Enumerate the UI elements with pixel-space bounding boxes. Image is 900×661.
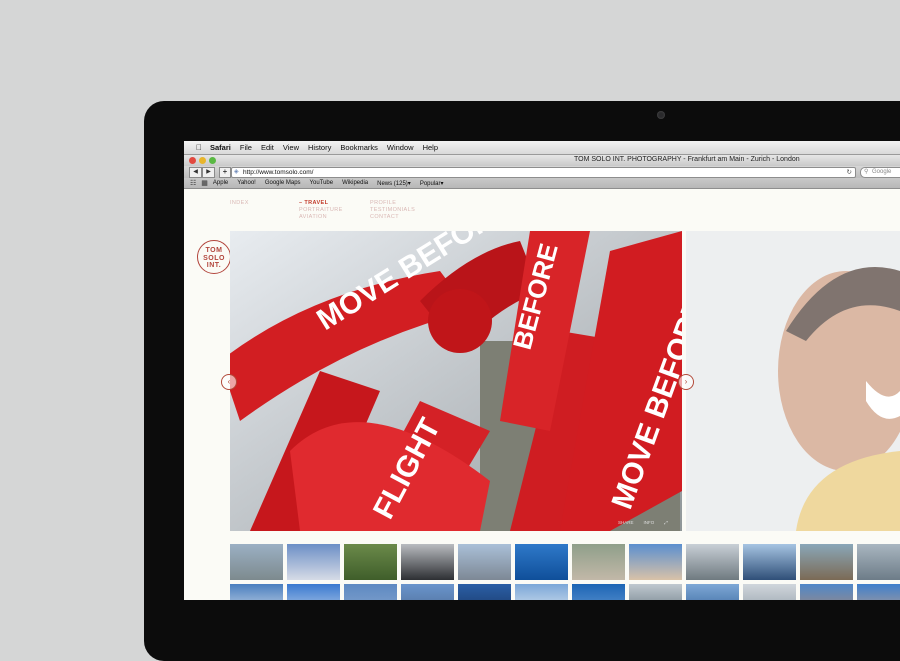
info-link[interactable]: INFO (644, 520, 655, 525)
thumbnail[interactable] (686, 584, 739, 600)
nav-aviation[interactable]: AVIATION (299, 214, 343, 221)
bookmark-popular[interactable]: Popular▾ (420, 180, 444, 187)
thumbnail[interactable] (230, 544, 283, 580)
browser-toolbar: ◀ ▶ + ◈ http://www.tomsolo.com/ ↻ ⚲ Goog… (184, 166, 900, 178)
menu-edit[interactable]: Edit (261, 143, 274, 152)
search-placeholder: Google (872, 169, 892, 175)
menu-file[interactable]: File (240, 143, 252, 152)
thumbnail[interactable] (230, 584, 283, 600)
share-link[interactable]: SHARE (618, 520, 634, 525)
thumbnail[interactable] (287, 584, 340, 600)
thumbnail[interactable] (344, 544, 397, 580)
bookmark-wikipedia[interactable]: Wikipedia (342, 180, 368, 186)
close-window-button[interactable] (189, 157, 196, 164)
thumbnail[interactable] (629, 544, 682, 580)
nav-profile[interactable]: PROFILE (370, 200, 415, 207)
thumbnail[interactable] (800, 544, 853, 580)
webcam (657, 111, 665, 119)
screen:  Safari File Edit View History Bookmark… (184, 141, 900, 600)
search-field[interactable]: ⚲ Google (860, 167, 900, 178)
thumbnail[interactable] (572, 544, 625, 580)
thumbnail[interactable] (287, 544, 340, 580)
window-controls (189, 157, 216, 164)
apple-icon[interactable]:  (194, 143, 204, 152)
hero-tools: SHARE INFO ⤢ (618, 520, 668, 525)
thumbnail[interactable] (800, 584, 853, 600)
thumbnail[interactable] (458, 544, 511, 580)
thumbnail[interactable] (629, 584, 682, 600)
thumbnail[interactable] (458, 584, 511, 600)
minimize-window-button[interactable] (199, 157, 206, 164)
nav-portraiture[interactable]: PORTRAITURE (299, 207, 343, 214)
reload-icon[interactable]: ↻ (847, 168, 852, 177)
chevron-right-icon[interactable]: › (678, 374, 694, 390)
chevron-left-icon[interactable]: ‹ (221, 374, 237, 390)
bookmarks-bar: ☷ ▦ Apple Yahoo! Google Maps YouTube Wik… (184, 178, 900, 189)
nav-column-index: INDEX (230, 200, 249, 207)
smiling-man-image (686, 231, 900, 531)
remove-before-flight-tags-image: MOVE BEFORE BEFORE FLIGHT MOVE BEFORE (230, 231, 682, 531)
forward-arrow-icon[interactable]: ▶ (202, 167, 215, 178)
address-bar[interactable]: ◈ http://www.tomsolo.com/ ↻ (231, 167, 856, 178)
globe-icon: ◈ (234, 169, 239, 175)
thumbnail[interactable] (401, 544, 454, 580)
url-text[interactable]: http://www.tomsolo.com/ (243, 168, 313, 177)
thumbnail[interactable] (515, 544, 568, 580)
nav-contact[interactable]: CONTACT (370, 214, 415, 221)
search-icon: ⚲ (864, 169, 869, 175)
thumbnail[interactable] (743, 584, 796, 600)
menu-safari[interactable]: Safari (210, 143, 231, 152)
menu-window[interactable]: Window (387, 143, 414, 152)
nav-column-info: PROFILE TESTIMONIALS CONTACT (370, 200, 415, 221)
fullscreen-icon[interactable]: ⤢ (664, 520, 668, 525)
website-content: INDEX – TRAVEL PORTRAITURE AVIATION PROF… (184, 189, 900, 600)
bookmark-google-maps[interactable]: Google Maps (265, 180, 301, 186)
bookmark-yahoo[interactable]: Yahoo! (237, 180, 256, 186)
plus-icon[interactable]: + (219, 167, 231, 178)
bookmark-news[interactable]: News (125)▾ (377, 180, 411, 187)
thumbnail[interactable] (401, 584, 454, 600)
logo-line: SOLO (203, 254, 225, 262)
mac-menubar:  Safari File Edit View History Bookmark… (184, 141, 900, 155)
zoom-window-button[interactable] (209, 157, 216, 164)
thumbnail[interactable] (515, 584, 568, 600)
thumbnail[interactable] (857, 584, 900, 600)
menu-help[interactable]: Help (423, 143, 438, 152)
thumbnail[interactable] (857, 544, 900, 580)
next-photo-preview[interactable] (686, 231, 900, 531)
thumbnail[interactable] (572, 584, 625, 600)
logo-line: INT. (206, 262, 222, 270)
logo-line: TOM (205, 247, 223, 254)
menu-bookmarks[interactable]: Bookmarks (340, 143, 378, 152)
thumbnail[interactable] (743, 544, 796, 580)
menu-view[interactable]: View (283, 143, 299, 152)
bookmark-youtube[interactable]: YouTube (310, 180, 334, 186)
brand-logo[interactable]: TOM SOLO INT. (197, 240, 231, 274)
window-titlebar: TOM SOLO INT. PHOTOGRAPHY - Frankfurt am… (184, 155, 900, 166)
grid-icon[interactable]: ▦ (201, 179, 208, 187)
bookmark-apple[interactable]: Apple (213, 180, 228, 186)
window-title: TOM SOLO INT. PHOTOGRAPHY - Frankfurt am… (574, 156, 800, 163)
nav-index[interactable]: INDEX (230, 200, 249, 207)
thumbnail[interactable] (344, 584, 397, 600)
nav-testimonials[interactable]: TESTIMONIALS (370, 207, 415, 214)
nav-column-galleries: – TRAVEL PORTRAITURE AVIATION (299, 200, 343, 221)
nav-travel[interactable]: – TRAVEL (299, 200, 343, 207)
nav-buttons: ◀ ▶ (189, 167, 215, 178)
hero-photo[interactable]: MOVE BEFORE BEFORE FLIGHT MOVE BEFORE (230, 231, 682, 531)
back-arrow-icon[interactable]: ◀ (189, 167, 202, 178)
menu-history[interactable]: History (308, 143, 331, 152)
thumbnail[interactable] (686, 544, 739, 580)
book-icon[interactable]: ☷ (190, 179, 196, 187)
